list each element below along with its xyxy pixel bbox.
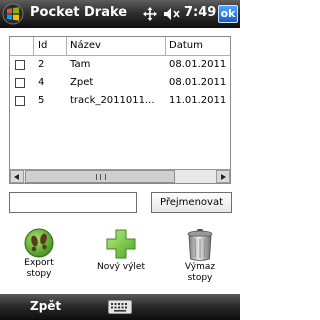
ok-button[interactable]: ok [218,5,238,23]
row-checkbox[interactable] [15,60,25,70]
row-date: 11.01.2011 1 [169,95,231,106]
softkey-bar: Zpět [0,294,240,320]
scroll-left-arrow[interactable] [10,170,24,183]
app-title: Pocket Drake [30,5,128,20]
title-bar: Pocket Drake 7:49 ok [0,0,240,28]
row-id: 4 [38,77,45,88]
column-header-name[interactable]: Název [67,37,166,55]
footprints-icon [24,228,54,258]
clock: 7:49 [184,5,217,20]
scroll-thumb[interactable] [25,170,175,183]
rename-input[interactable] [9,192,137,213]
horizontal-scrollbar[interactable] [10,169,230,183]
column-header-date[interactable]: Datum [166,37,230,55]
list-header: Id Název Datum [10,37,230,56]
plus-icon [106,229,136,259]
table-row[interactable]: 4 Zpet 08.01.2011 1 [10,74,230,92]
windows-logo-icon[interactable] [2,3,24,25]
export-label-line2: stopy [26,269,52,279]
row-date: 08.01.2011 1 [169,59,231,70]
row-name: Tam [70,59,91,70]
rename-button[interactable]: Přejmenovat [151,192,232,213]
row-name: track_2011011... [70,95,155,106]
row-id: 2 [38,59,45,70]
header-checkbox-column[interactable] [10,37,34,55]
trash-can-icon [187,229,213,261]
row-name: Zpet [70,77,94,88]
new-trip-label: Nový výlet [97,262,145,272]
export-label-line1: Export [24,258,54,268]
volume-muted-icon[interactable] [162,6,182,22]
scroll-grip [96,174,106,180]
keyboard-icon[interactable] [108,300,132,314]
scroll-right-arrow[interactable] [216,170,230,183]
table-row[interactable]: 5 track_2011011... 11.01.2011 1 [10,92,230,110]
row-date: 08.01.2011 1 [169,77,231,88]
delete-label-line1: Výmaz [184,262,216,272]
track-list[interactable]: Id Název Datum 2 Tam 08.01.2011 1 4 Zpet… [9,36,231,184]
row-checkbox[interactable] [15,96,25,106]
network-icon[interactable] [140,6,160,22]
column-header-id[interactable]: Id [34,37,67,55]
new-trip-button[interactable]: Nový výlet [86,228,156,273]
row-checkbox[interactable] [15,78,25,88]
back-softkey[interactable]: Zpět [30,299,61,313]
delete-track-button[interactable]: Výmaz stopy [172,228,228,284]
delete-label-line2: stopy [187,273,213,283]
table-row[interactable]: 2 Tam 08.01.2011 1 [10,56,230,74]
export-track-button[interactable]: Export stopy [14,228,64,280]
row-id: 5 [38,95,45,106]
